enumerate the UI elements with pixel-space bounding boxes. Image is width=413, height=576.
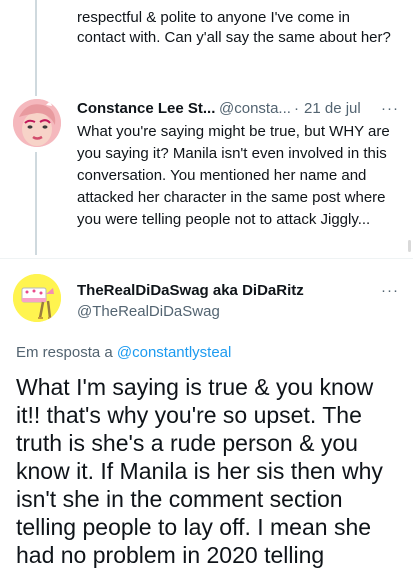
reply-context-handle-link[interactable]: @constantlysteal (117, 344, 231, 361)
avatar-cake-icon (13, 274, 61, 322)
thread-connector-bottom (35, 152, 37, 255)
reply-more-icon[interactable]: ··· (381, 100, 399, 117)
reply-date[interactable]: 21 de jul (304, 100, 361, 117)
avatar-didaswag[interactable] (13, 274, 61, 322)
main-display-name[interactable]: TheRealDiDaSwag aka DiDaRitz (77, 282, 304, 299)
main-line-5: isn't she in the comment section (16, 486, 343, 512)
scroll-indicator[interactable] (408, 240, 411, 252)
reply-line-3: conversation. You mentioned her name and (77, 167, 367, 184)
reply-context: Em resposta a @constantlysteal (16, 344, 231, 361)
main-line-1: What I'm saying is true & you know (16, 374, 374, 400)
previous-tweet-line-1: respectful & polite to anyone I've come … (77, 9, 351, 26)
main-line-4: know it. If Manila is her sis then why (16, 458, 383, 484)
reply-handle[interactable]: @consta... (219, 100, 291, 117)
avatar-constance[interactable] (13, 99, 61, 147)
reply-line-5: you were telling people not to attack Ji… (77, 211, 371, 228)
main-line-7: had no problem in 2020 telling (16, 542, 325, 568)
main-handle[interactable]: @TheRealDiDaSwag (77, 303, 220, 320)
reply-display-name[interactable]: Constance Lee St... (77, 100, 215, 117)
avatar-illustration-icon (13, 99, 61, 147)
main-line-2: it!! that's why you're so upset. The (16, 402, 362, 428)
reply-line-4: attacked her character in the same post … (77, 189, 386, 206)
reply-line-2: you saying it? Manila isn't even involve… (77, 145, 387, 162)
main-line-3: truth is she's a rude person & you (16, 430, 358, 456)
previous-tweet-line-2: contact with. Can y'all say the same abo… (77, 29, 391, 46)
tweet-divider (0, 258, 413, 259)
reply-separator: · (294, 100, 299, 117)
reply-context-prefix: Em resposta a (16, 344, 113, 361)
main-line-6: telling people to lay off. I mean she (16, 514, 372, 540)
main-more-icon[interactable]: ··· (381, 282, 399, 299)
reply-line-1: What you're saying might be true, but WH… (77, 123, 390, 140)
thread-connector-top (35, 0, 37, 96)
